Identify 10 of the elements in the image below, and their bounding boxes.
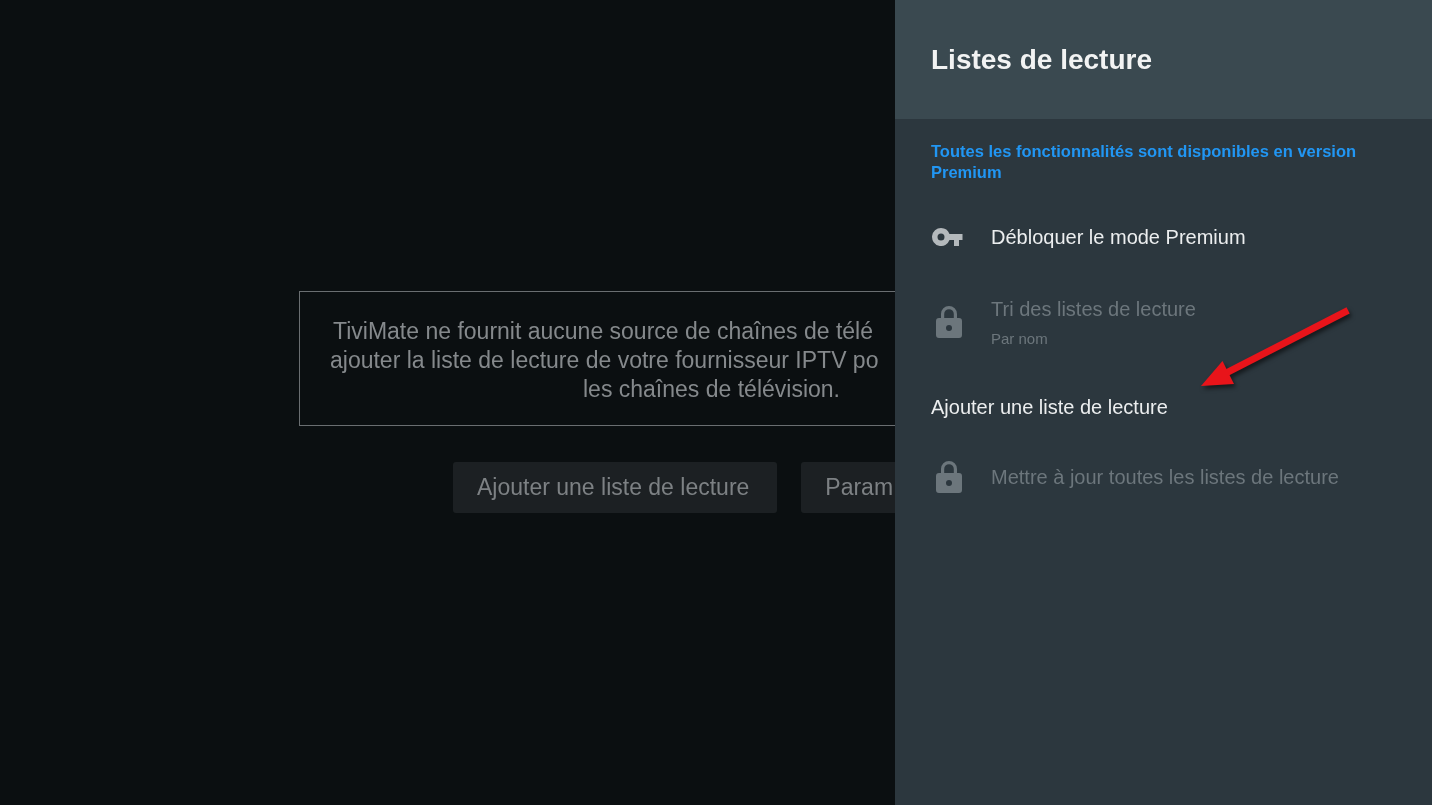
premium-notice: Toutes les fonctionnalités sont disponibles en version Premium (931, 141, 1358, 183)
action-button[interactable]: Param (801, 462, 895, 513)
lock-icon (936, 306, 962, 338)
lock-icon (936, 461, 962, 493)
panel-title: Listes de lecture (931, 43, 1152, 76)
message-text: TiviMate ne fournit aucune source de chaînes de télé ajouter la liste de lecture de votre fournisseur IPTV po les chaînes de télévision. (329, 317, 880, 404)
action-button[interactable]: Ajouter une liste de lecture (453, 462, 778, 513)
key-icon (932, 228, 966, 246)
menu-item[interactable]: Ajouter une liste de lecture (931, 371, 1396, 443)
menu-item[interactable]: Débloquer le mode Premium (931, 201, 1396, 273)
